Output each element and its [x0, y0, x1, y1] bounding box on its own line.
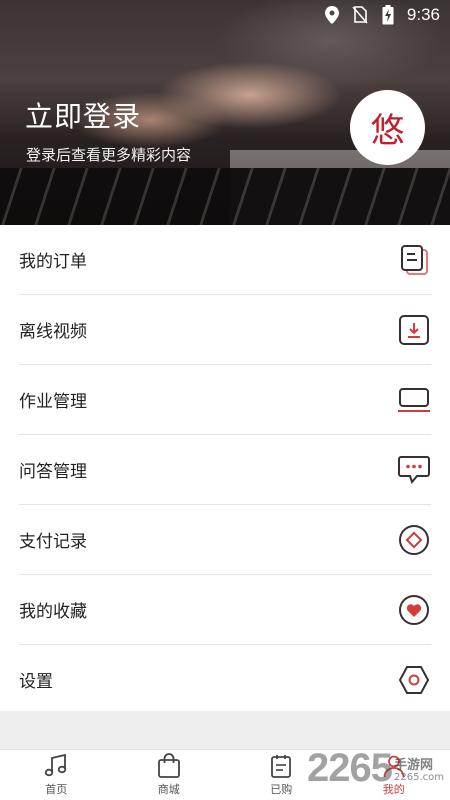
- tab-purchased[interactable]: 已购: [225, 750, 338, 800]
- login-title[interactable]: 立即登录: [25, 95, 141, 135]
- heart-icon: [397, 593, 431, 627]
- tab-label: 首页: [45, 781, 67, 797]
- settings-hexagon-icon: [397, 663, 431, 697]
- battery-charging-icon: [379, 6, 397, 24]
- menu-item-orders[interactable]: 我的订单: [19, 225, 431, 295]
- status-bar: 9:36: [323, 0, 450, 30]
- section-divider: [0, 711, 450, 749]
- menu-list: 我的订单 离线视频 作业管理 问答管理 支付记录 我的收藏 设置: [0, 225, 450, 714]
- menu-item-label: 我的收藏: [19, 597, 87, 622]
- tab-label: 已购: [270, 781, 292, 797]
- avatar[interactable]: 悠: [350, 90, 425, 165]
- tab-label: 商城: [158, 781, 180, 797]
- menu-item-settings[interactable]: 设置: [19, 645, 431, 714]
- menu-item-payments[interactable]: 支付记录: [19, 505, 431, 575]
- user-icon: [381, 753, 407, 779]
- menu-item-label: 支付记录: [19, 527, 87, 552]
- menu-item-label: 设置: [19, 667, 53, 692]
- menu-item-qa[interactable]: 问答管理: [19, 435, 431, 505]
- menu-item-homework[interactable]: 作业管理: [19, 365, 431, 435]
- avatar-char: 悠: [371, 103, 405, 152]
- menu-item-label: 离线视频: [19, 317, 87, 342]
- chat-bubble-icon: [397, 453, 431, 487]
- menu-item-label: 问答管理: [19, 457, 87, 482]
- no-sim-icon: [351, 6, 369, 24]
- clipboard-icon: [268, 753, 294, 779]
- tab-mine[interactable]: 我的: [338, 750, 450, 800]
- location-icon: [323, 6, 341, 24]
- download-icon: [397, 313, 431, 347]
- homework-icon: [397, 383, 431, 417]
- tab-home[interactable]: 首页: [0, 750, 113, 800]
- menu-item-favorites[interactable]: 我的收藏: [19, 575, 431, 645]
- music-note-icon: [43, 753, 69, 779]
- login-subtitle: 登录后查看更多精彩内容: [26, 144, 191, 165]
- header-banner: 9:36 立即登录 登录后查看更多精彩内容 悠: [0, 0, 450, 225]
- shopping-bag-icon: [156, 753, 182, 779]
- tab-mall[interactable]: 商城: [113, 750, 226, 800]
- menu-item-offline-video[interactable]: 离线视频: [19, 295, 431, 365]
- payment-icon: [397, 523, 431, 557]
- bottom-tab-bar: 首页 商城 已购 我的: [0, 749, 450, 800]
- status-time: 9:36: [407, 5, 440, 25]
- piano-keys: [0, 168, 450, 225]
- menu-item-label: 作业管理: [19, 387, 87, 412]
- orders-icon: [397, 243, 431, 277]
- menu-item-label: 我的订单: [19, 247, 87, 272]
- tab-label: 我的: [383, 781, 405, 797]
